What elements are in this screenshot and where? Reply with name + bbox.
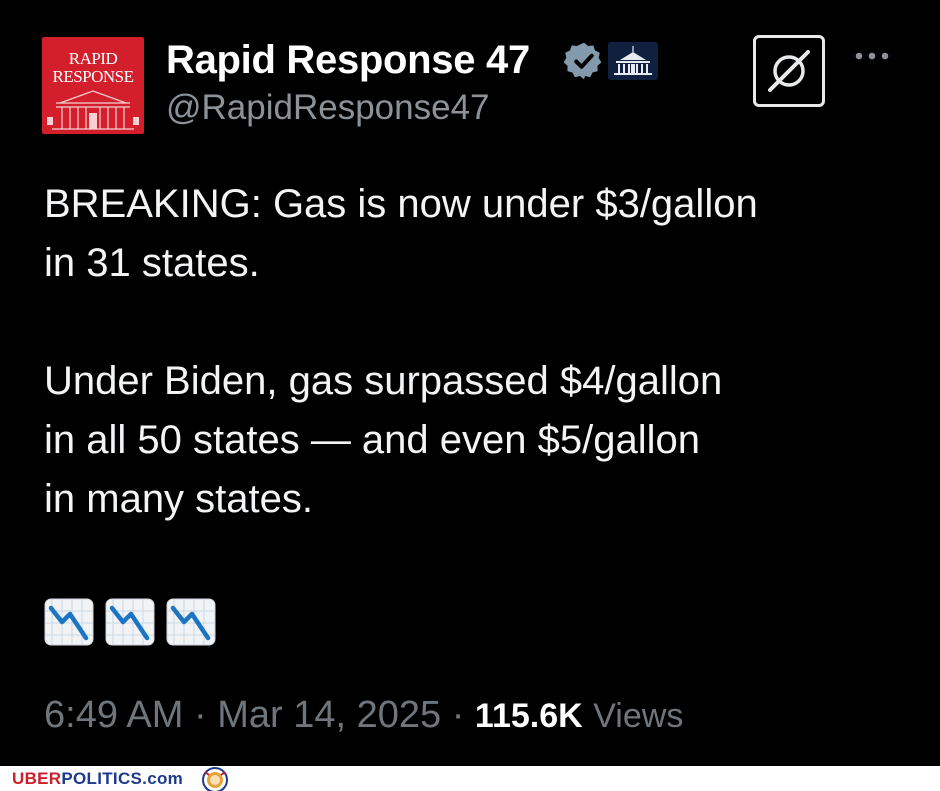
author-handle[interactable]: @RapidResponse47 (166, 88, 490, 128)
watermark-footer: UBERPOLITICS.com (0, 766, 940, 791)
tweet-text-line: in 31 states. (44, 241, 260, 285)
tweet-text-line: BREAKING: Gas is now under $3/gallon (44, 182, 758, 226)
brand-part2: POLITICS.com (61, 769, 184, 788)
tweet-date[interactable]: Mar 14, 2025 (217, 694, 441, 736)
chart-decreasing-icon (44, 598, 94, 646)
grok-icon[interactable] (753, 35, 825, 107)
tweet-text-line: in many states. (44, 477, 314, 521)
brand-part1: UBER (12, 769, 62, 788)
chart-decreasing-emojis (44, 598, 216, 651)
views-label: Views (593, 697, 684, 735)
views-count[interactable]: 115.6K (475, 697, 583, 735)
watermark-brand[interactable]: UBERPOLITICS.com (12, 769, 183, 789)
tweet-text-line: Under Biden, gas surpassed $4/gallon (44, 359, 723, 403)
avatar-text-line2: RESPONSE (52, 67, 134, 86)
chart-decreasing-icon (166, 598, 216, 646)
verified-badge-icon[interactable] (563, 40, 605, 87)
tweet-meta: 6:49 AM · Mar 14, 2025 · 115.6K Views (44, 694, 683, 737)
more-options-icon[interactable] (852, 48, 892, 69)
tweet-text-line: in all 50 states — and even $5/gallon (44, 418, 700, 462)
tweet-text: BREAKING: Gas is now under $3/gallon in … (44, 175, 758, 529)
author-display-name[interactable]: Rapid Response 47 (166, 38, 530, 83)
meta-separator: · (451, 694, 465, 736)
chart-decreasing-icon (105, 598, 155, 646)
avatar-text-line1: RAPID (68, 49, 118, 68)
tweet-time[interactable]: 6:49 AM (44, 694, 183, 736)
author-avatar[interactable]: RAPID RESPONSE (42, 37, 144, 134)
white-house-icon[interactable] (608, 42, 658, 85)
meta-separator: · (193, 694, 207, 736)
uberpolitics-lion-logo-icon (202, 767, 228, 791)
